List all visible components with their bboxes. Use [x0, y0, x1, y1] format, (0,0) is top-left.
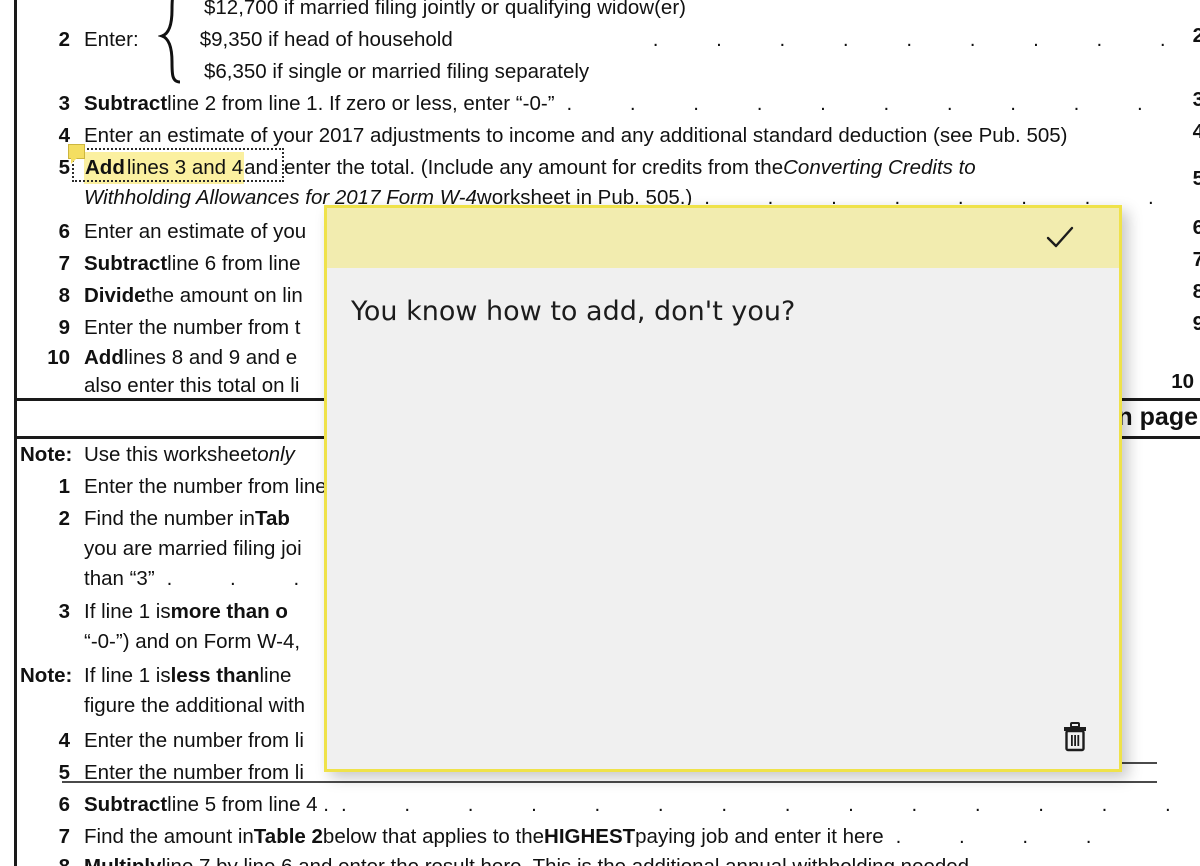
row-text: Enter the number from li [84, 761, 304, 784]
row-number: 5 [58, 761, 70, 784]
row-text-2: line [259, 664, 292, 687]
edge-row-number-3: 3 [1192, 88, 1200, 111]
row-number: 2 [58, 507, 70, 530]
edge-row-number-6: 6 [1192, 216, 1200, 239]
row-text: Find the amount in [84, 825, 254, 848]
row-text: If line 1 is [84, 600, 171, 623]
row-number: 5 [58, 156, 70, 179]
row-bold-lead: Multiply [84, 851, 161, 866]
row-text: Enter the number from line [84, 475, 327, 498]
row-italic: only [257, 443, 295, 466]
row-number: 3 [58, 92, 70, 115]
row-text-3: paying job and enter it here [635, 825, 884, 848]
row-bold: more than o [170, 600, 288, 623]
edge-row-number-5: 5 [1192, 167, 1200, 190]
leader-dots: . . . . [895, 825, 1118, 848]
row-text: If line 1 is [84, 664, 171, 687]
row-number: 7 [58, 252, 70, 275]
edge-row-number-8: 8 [1192, 280, 1200, 303]
leader-dots: . . . . . . . . . . . . . . . . [566, 92, 1200, 115]
pdf-page: 2 $12,700 if married filing jointly or q… [0, 0, 1200, 866]
curly-brace-icon [157, 0, 198, 84]
two-earner-row-8: 8 Multiply line 7 by line 6 and enter th… [14, 851, 1200, 866]
row-text: and enter the total. (Include any amount… [244, 156, 784, 179]
row-italic: Converting Credits to [783, 156, 976, 179]
two-earner-row-7: 7 Find the amount in Table 2 below that … [14, 821, 1200, 853]
delete-comment-button[interactable] [1053, 715, 1097, 759]
row-text: Use this worksheet [84, 443, 258, 466]
note-label: Note: [20, 443, 73, 466]
row-bold: Table 2 [253, 825, 323, 848]
row-text-cont2: than “3” [84, 567, 155, 590]
row-text: line 7 by line 6 and enter the result he… [161, 851, 969, 866]
comment-popup[interactable]: You know how to add, don't you? [324, 205, 1122, 772]
row-text: line 6 from line [167, 252, 301, 275]
row-bold-lead: Divide [84, 284, 146, 307]
trash-icon[interactable] [1060, 721, 1090, 753]
edge-row-number-7: 7 [1192, 248, 1200, 271]
row-bold-2: HIGHEST [544, 825, 636, 848]
worksheet-row-5: 5 Add lines 3 and 4 and enter the total.… [14, 152, 1200, 184]
row-text-cont: “-0-”) and on Form W-4, [84, 630, 301, 653]
row-number: 1 [58, 475, 70, 498]
row-text: the amount on lin [145, 284, 303, 307]
comment-marker-icon[interactable] [68, 144, 85, 164]
worksheet-row-3: 3 Subtract line 2 from line 1. If zero o… [14, 88, 1200, 120]
row-number: 4 [58, 124, 70, 147]
row-text: Enter an estimate of you [84, 220, 307, 243]
row-label-enter: Enter: [84, 28, 139, 51]
answer-rule-2 [62, 781, 1157, 783]
row-number: 6 [58, 220, 70, 243]
edge-row-number-10: 10 [1171, 370, 1194, 393]
row-number: 2 [58, 28, 70, 51]
row-number: 9 [58, 316, 70, 339]
row-bold: Tab [254, 507, 290, 530]
leader-dots: . . . . . . . . . . . . . . . . [340, 793, 1200, 816]
row-number: 7 [58, 825, 70, 848]
row-text: line 2 from line 1. If zero or less, ent… [167, 92, 555, 115]
brace-item-2: $9,350 if head of household [199, 28, 453, 51]
worksheet-row-4: 4 Enter an estimate of your 2017 adjustm… [14, 120, 1200, 152]
two-earner-row-6: 6 Subtract line 5 from line 4 . . . . . … [14, 789, 1200, 821]
row-text: Enter an estimate of your 2017 adjustmen… [84, 124, 1068, 147]
row-bold-lead: Subtract [84, 252, 168, 275]
row-text: Enter the number from li [84, 729, 304, 752]
comment-text[interactable]: You know how to add, don't you? [351, 294, 1095, 330]
row-bold-lead: Subtract [84, 793, 168, 816]
highlighted-bold-add[interactable]: Add [84, 152, 126, 184]
note-label: Note: [20, 664, 73, 687]
comment-popup-body[interactable]: You know how to add, don't you? [327, 268, 1119, 708]
row-bold: less than [170, 664, 260, 687]
row-number: 6 [58, 793, 70, 816]
highlighted-text[interactable]: lines 3 and 4 [125, 152, 245, 184]
leader-dots: . . . . . . . . . . . [652, 28, 1200, 51]
brace-item-3: $6,350 if single or married filing separ… [204, 60, 590, 83]
brace-item-1: $12,700 if married filing jointly or qua… [204, 0, 686, 19]
edge-row-number-2: 2 [1192, 24, 1200, 47]
edge-row-number-9: 9 [1192, 312, 1200, 335]
check-icon[interactable] [1043, 221, 1077, 255]
comment-popup-header [327, 208, 1119, 268]
row-text: Enter the number from t [84, 316, 301, 339]
row-text-2: below that applies to the [322, 825, 545, 848]
row-bold-lead: Subtract [84, 92, 168, 115]
row-number: 8 [58, 284, 70, 307]
row-text-cont: you are married filing joi [84, 537, 302, 560]
row-text: line 5 from line 4 . [167, 793, 329, 816]
row-number: 4 [58, 729, 70, 752]
row-number: 3 [58, 600, 70, 623]
row-number: 8 [14, 851, 70, 866]
row-text-cont: figure the additional with [84, 694, 306, 717]
edge-row-number-4: 4 [1192, 120, 1200, 143]
row-text: Find the number in [84, 507, 255, 530]
